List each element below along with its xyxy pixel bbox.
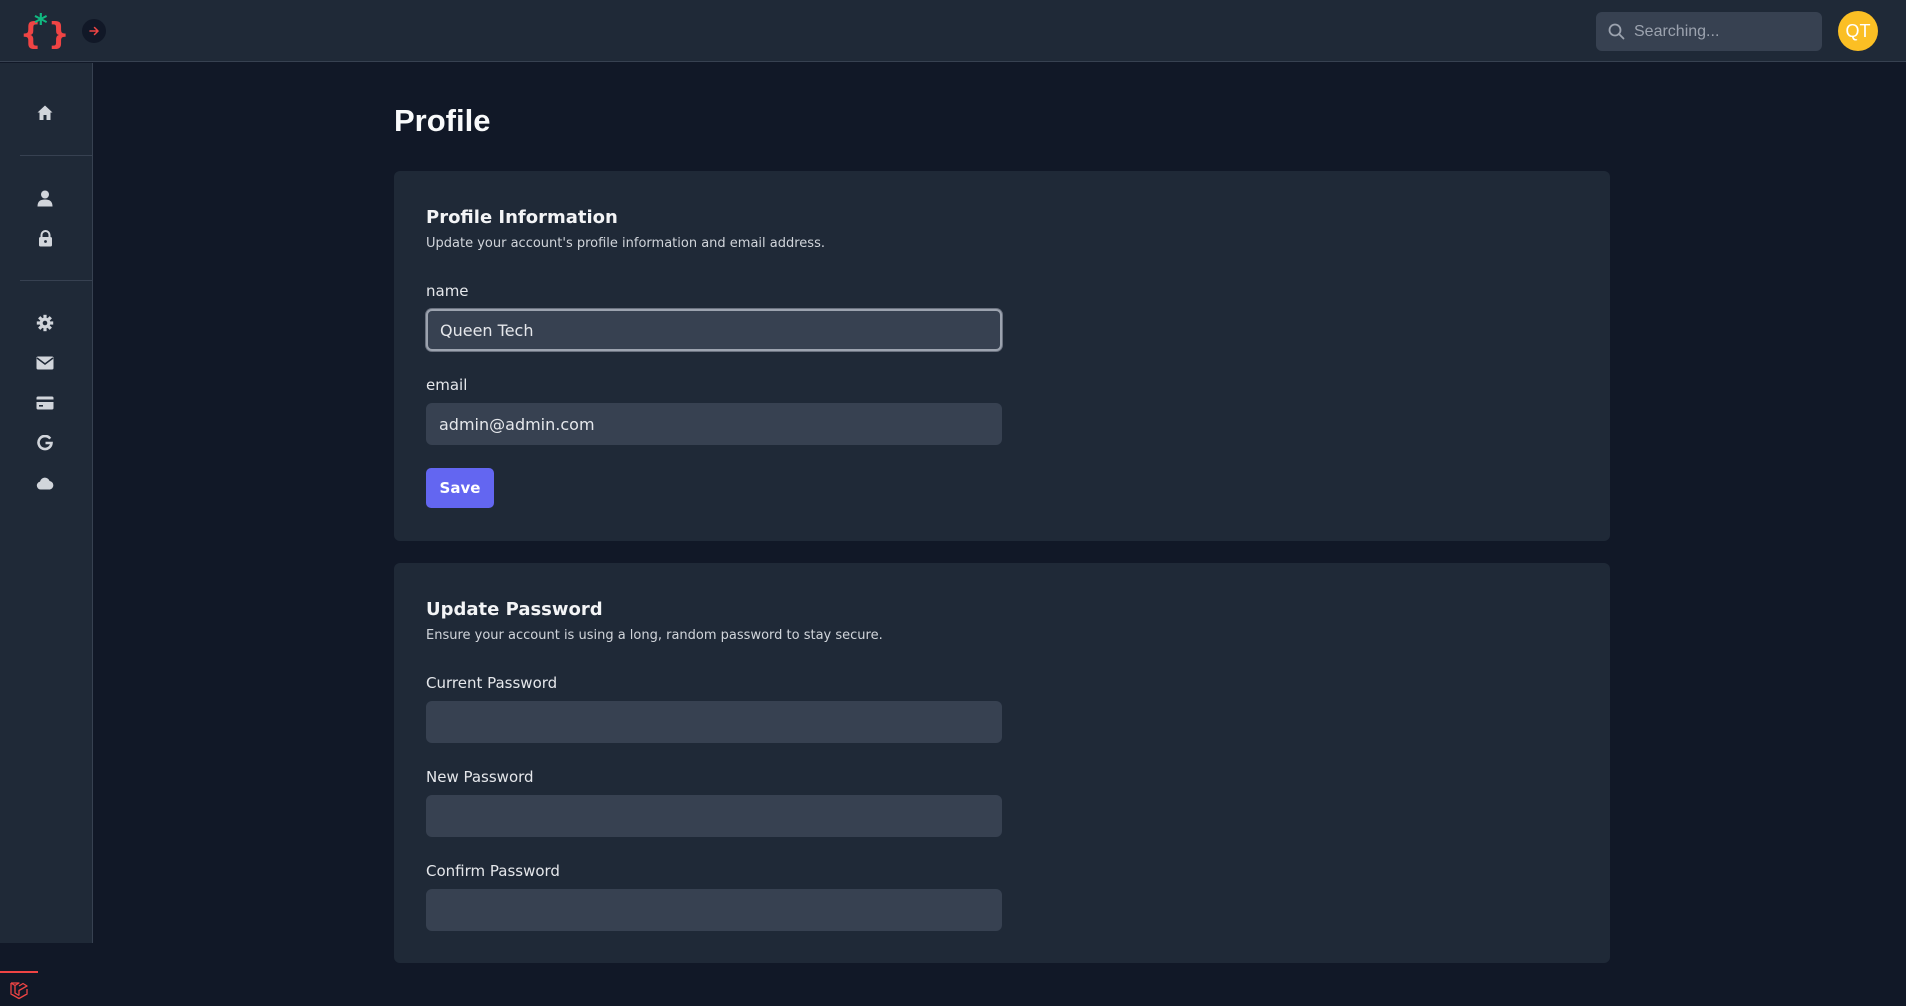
confirm-password-input[interactable] xyxy=(426,889,1002,931)
email-label: email xyxy=(426,376,468,394)
user-avatar[interactable]: QT xyxy=(1838,11,1878,51)
sidebar-item-home[interactable] xyxy=(33,101,57,125)
current-password-input[interactable] xyxy=(426,701,1002,743)
app-logo[interactable]: { } * xyxy=(20,10,66,50)
sidebar-item-security[interactable] xyxy=(33,226,57,250)
search-icon xyxy=(1608,23,1625,40)
svg-text:}: } xyxy=(48,17,66,50)
laravel-icon xyxy=(10,981,28,999)
name-label: name xyxy=(426,282,469,300)
sidebar xyxy=(0,63,93,1006)
search-input[interactable] xyxy=(1634,12,1814,51)
sidebar-item-billing[interactable] xyxy=(33,391,57,415)
sidebar-divider xyxy=(20,155,92,156)
card-description: Update your account's profile informatio… xyxy=(426,236,825,251)
lock-icon xyxy=(38,229,52,246)
sidebar-divider xyxy=(20,280,92,281)
home-icon xyxy=(37,105,53,120)
card-title: Update Password xyxy=(426,599,603,620)
svg-text:*: * xyxy=(34,10,48,39)
confirm-password-label: Confirm Password xyxy=(426,862,560,880)
sidebar-toggle-button[interactable] xyxy=(82,19,106,43)
mail-icon xyxy=(36,356,54,370)
save-button[interactable]: Save xyxy=(426,468,494,508)
gear-icon xyxy=(36,314,54,332)
cloud-icon xyxy=(36,477,54,489)
email-input[interactable] xyxy=(426,403,1002,445)
user-icon xyxy=(37,190,53,206)
sidebar-item-cloud[interactable] xyxy=(33,471,57,495)
profile-information-card: Profile Information Update your account'… xyxy=(394,171,1610,541)
credit-card-icon xyxy=(36,396,54,410)
current-password-label: Current Password xyxy=(426,674,558,692)
update-password-card: Update Password Ensure your account is u… xyxy=(394,563,1610,963)
search-box xyxy=(1596,12,1822,51)
debug-bar-toggle[interactable] xyxy=(0,971,38,1006)
sidebar-item-settings[interactable] xyxy=(33,311,57,335)
sidebar-item-mail[interactable] xyxy=(33,351,57,375)
card-title: Profile Information xyxy=(426,207,618,228)
sidebar-item-profile[interactable] xyxy=(33,186,57,210)
main-content: Profile Profile Information Update your … xyxy=(94,63,1906,963)
new-password-label: New Password xyxy=(426,768,534,786)
sidebar-item-google[interactable] xyxy=(33,431,57,455)
arrow-right-icon xyxy=(89,26,100,36)
page-title: Profile xyxy=(394,103,491,138)
card-description: Ensure your account is using a long, ran… xyxy=(426,628,883,643)
google-icon xyxy=(37,435,53,451)
new-password-input[interactable] xyxy=(426,795,1002,837)
name-input[interactable] xyxy=(426,309,1002,351)
top-bar: { } * QT xyxy=(0,0,1906,62)
